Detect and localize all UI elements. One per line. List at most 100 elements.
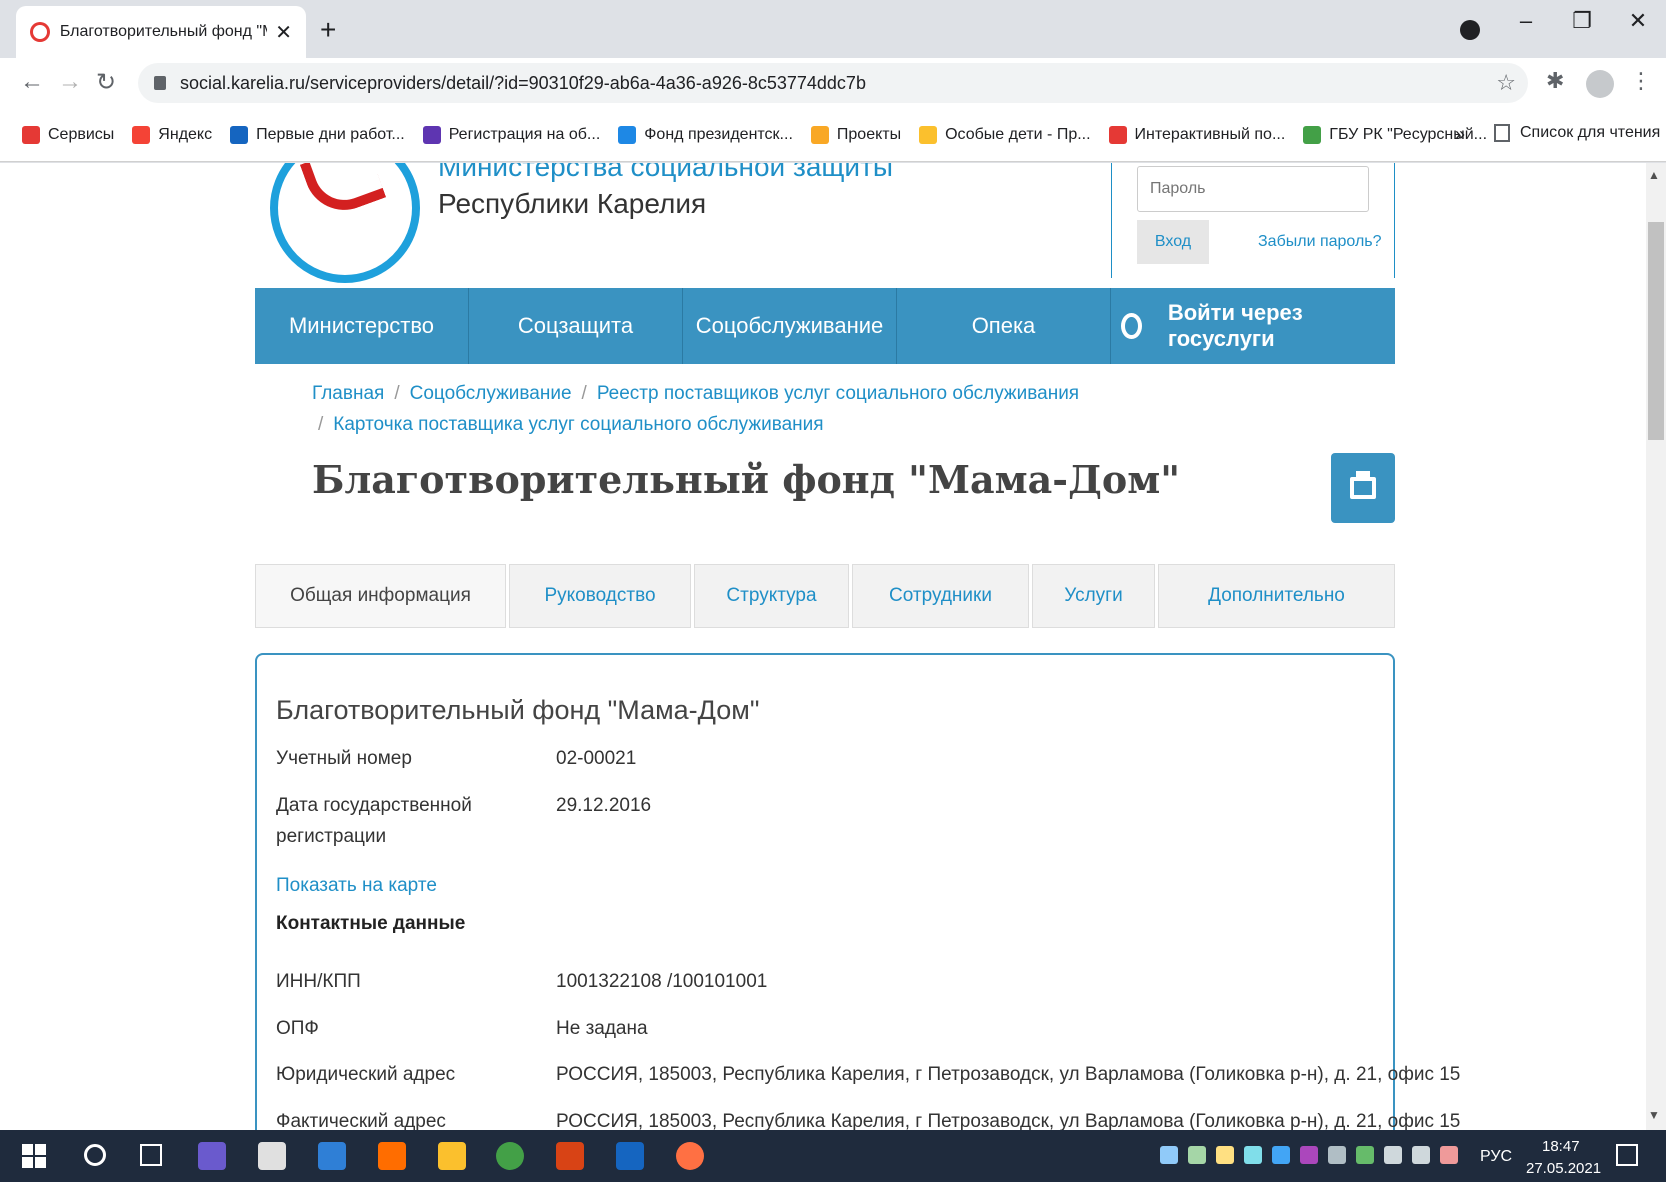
- url-text: social.karelia.ru/serviceproviders/detai…: [180, 72, 866, 93]
- password-input[interactable]: [1137, 166, 1369, 212]
- bookmark-icon: [1303, 125, 1322, 144]
- nav-item-ministry[interactable]: Министерство: [255, 288, 469, 364]
- bookmark-star-icon[interactable]: ☆: [1496, 70, 1516, 96]
- bookmark-label: Фонд президентск...: [644, 125, 793, 143]
- tray-icon[interactable]: [1216, 1146, 1234, 1164]
- heart-icon: [299, 163, 387, 222]
- bookmarks-bar: Сервисы Яндекс Первые дни работ... Регистра…: [0, 108, 1666, 162]
- forgot-password-link[interactable]: Забыли пароль?: [1258, 233, 1382, 251]
- tray-icon[interactable]: [1272, 1146, 1290, 1164]
- reading-list-label: Список для чтения: [1520, 124, 1661, 141]
- tab-search-icon[interactable]: [1460, 20, 1480, 40]
- network-icon[interactable]: [1412, 1146, 1430, 1164]
- bookmark-item[interactable]: Регистрация на об...: [422, 125, 601, 144]
- gosuslugi-label: Войти через госуслуги: [1167, 300, 1303, 351]
- breadcrumb-social-service[interactable]: Соцобслуживание: [410, 383, 572, 404]
- mail-icon[interactable]: [318, 1142, 346, 1170]
- tray-icon[interactable]: [1300, 1146, 1318, 1164]
- opf-label: ОПФ: [276, 1018, 319, 1039]
- gosuslugi-login[interactable]: Войти через госуслуги: [1111, 288, 1395, 364]
- minimize-icon[interactable]: –: [1498, 8, 1554, 34]
- bookmark-item[interactable]: Проекты: [810, 125, 901, 144]
- nav-item-social-service[interactable]: Соцобслуживание: [683, 288, 897, 364]
- breadcrumb-registry[interactable]: Реестр поставщиков услуг социального обс…: [597, 383, 1079, 404]
- bookmark-item[interactable]: Особые дети - Пр...: [919, 125, 1091, 144]
- chrome-icon[interactable]: [496, 1142, 524, 1170]
- windows-start-icon[interactable]: [22, 1144, 46, 1168]
- window-controls: – ❐ ✕: [1498, 8, 1666, 34]
- registration-date-label: Дата государственной регистрации: [276, 795, 472, 847]
- menu-icon[interactable]: ⋮: [1630, 68, 1652, 94]
- clock-date[interactable]: 27.05.2021: [1526, 1160, 1601, 1177]
- word-icon[interactable]: [616, 1142, 644, 1170]
- clock-time[interactable]: 18:47: [1542, 1138, 1580, 1155]
- app-flame-icon[interactable]: [378, 1142, 406, 1170]
- forward-icon[interactable]: →: [58, 68, 82, 96]
- tab-management[interactable]: Руководство: [509, 564, 691, 628]
- scrollbar-thumb[interactable]: [1648, 222, 1664, 440]
- close-tab-icon[interactable]: ✕: [275, 20, 292, 45]
- print-button[interactable]: [1331, 453, 1395, 523]
- contacts-heading: Контактные данные: [276, 913, 466, 934]
- restore-icon[interactable]: ❐: [1554, 8, 1610, 34]
- more-bookmarks-icon[interactable]: »: [1455, 124, 1465, 145]
- breadcrumb: Главная / Соцобслуживание / Реестр поставщик…: [312, 378, 1112, 440]
- bookmark-item[interactable]: Сервисы: [22, 125, 114, 144]
- nav-item-social-protection[interactable]: Соцзащита: [469, 288, 683, 364]
- nav-item-guardianship[interactable]: Опека: [897, 288, 1111, 364]
- scroll-down-icon[interactable]: ▼: [1648, 1108, 1660, 1122]
- bookmark-label: Регистрация на об...: [448, 125, 601, 143]
- browser-tab[interactable]: Благотворительный фонд "Мама-Дом" ✕: [16, 6, 306, 58]
- antivirus-icon[interactable]: [258, 1142, 286, 1170]
- taskbar-search-icon[interactable]: [84, 1144, 106, 1166]
- tray-icon[interactable]: [1328, 1146, 1346, 1164]
- provider-info-card: Благотворительный фонд "Мама-Дом" Учетны…: [255, 653, 1460, 1130]
- printer-icon: [1350, 471, 1376, 499]
- new-tab-icon[interactable]: +: [320, 14, 336, 46]
- show-on-map-link[interactable]: Показать на карте: [276, 875, 437, 897]
- breadcrumb-home[interactable]: Главная: [312, 383, 384, 404]
- tray-icon[interactable]: [1160, 1146, 1178, 1164]
- file-explorer-icon[interactable]: [438, 1142, 466, 1170]
- login-button[interactable]: Вход: [1137, 220, 1209, 264]
- bookmark-item[interactable]: Фонд президентск...: [618, 125, 793, 144]
- tab-general-info[interactable]: Общая информация: [255, 564, 506, 628]
- language-indicator[interactable]: РУС: [1480, 1148, 1512, 1166]
- browser-toolbar: ← → ↻ social.karelia.ru/serviceproviders…: [0, 58, 1666, 108]
- bookmark-item[interactable]: Первые дни работ...: [230, 125, 405, 144]
- legal-address-label: Юридический адрес: [276, 1064, 456, 1085]
- notifications-icon[interactable]: [1616, 1144, 1638, 1166]
- firefox-icon[interactable]: [676, 1142, 704, 1170]
- breadcrumb-card[interactable]: Карточка поставщика услуг социального об…: [333, 414, 823, 435]
- tab-services[interactable]: Услуги: [1032, 564, 1155, 628]
- tray-icon[interactable]: [1244, 1146, 1262, 1164]
- tray-icon[interactable]: [1356, 1146, 1374, 1164]
- reload-icon[interactable]: ↻: [96, 68, 116, 97]
- tray-icon[interactable]: [1188, 1146, 1206, 1164]
- tab-additional[interactable]: Дополнительно: [1158, 564, 1395, 628]
- registration-date-value: 29.12.2016: [556, 795, 652, 816]
- bookmark-item[interactable]: Интерактивный по...: [1108, 125, 1285, 144]
- back-icon[interactable]: ←: [20, 68, 44, 96]
- web-page: Министерства социальной защиты Республик…: [0, 163, 1646, 1130]
- address-bar[interactable]: social.karelia.ru/serviceproviders/detai…: [138, 63, 1528, 103]
- actual-address-label: Фактический адрес: [276, 1111, 446, 1130]
- account-number-value: 02-00021: [556, 748, 637, 769]
- tab-structure[interactable]: Структура: [694, 564, 849, 628]
- powerpoint-icon[interactable]: [556, 1142, 584, 1170]
- scroll-up-icon[interactable]: ▲: [1648, 168, 1660, 182]
- tray-icon[interactable]: [1384, 1146, 1402, 1164]
- bookmark-icon: [810, 125, 829, 144]
- volume-muted-icon[interactable]: [1440, 1146, 1458, 1164]
- app-icon[interactable]: [198, 1142, 226, 1170]
- ministry-logo: [270, 163, 420, 283]
- tab-employees[interactable]: Сотрудники: [852, 564, 1029, 628]
- close-window-icon[interactable]: ✕: [1610, 8, 1666, 34]
- bookmark-icon: [132, 125, 151, 144]
- extensions-icon[interactable]: ✱: [1546, 68, 1564, 94]
- reading-list[interactable]: Список для чтения: [1494, 124, 1660, 142]
- task-view-icon[interactable]: [140, 1144, 162, 1166]
- bookmark-item[interactable]: Яндекс: [132, 125, 212, 144]
- inn-kpp-label: ИНН/КПП: [276, 971, 361, 992]
- profile-avatar-icon[interactable]: [1586, 70, 1614, 98]
